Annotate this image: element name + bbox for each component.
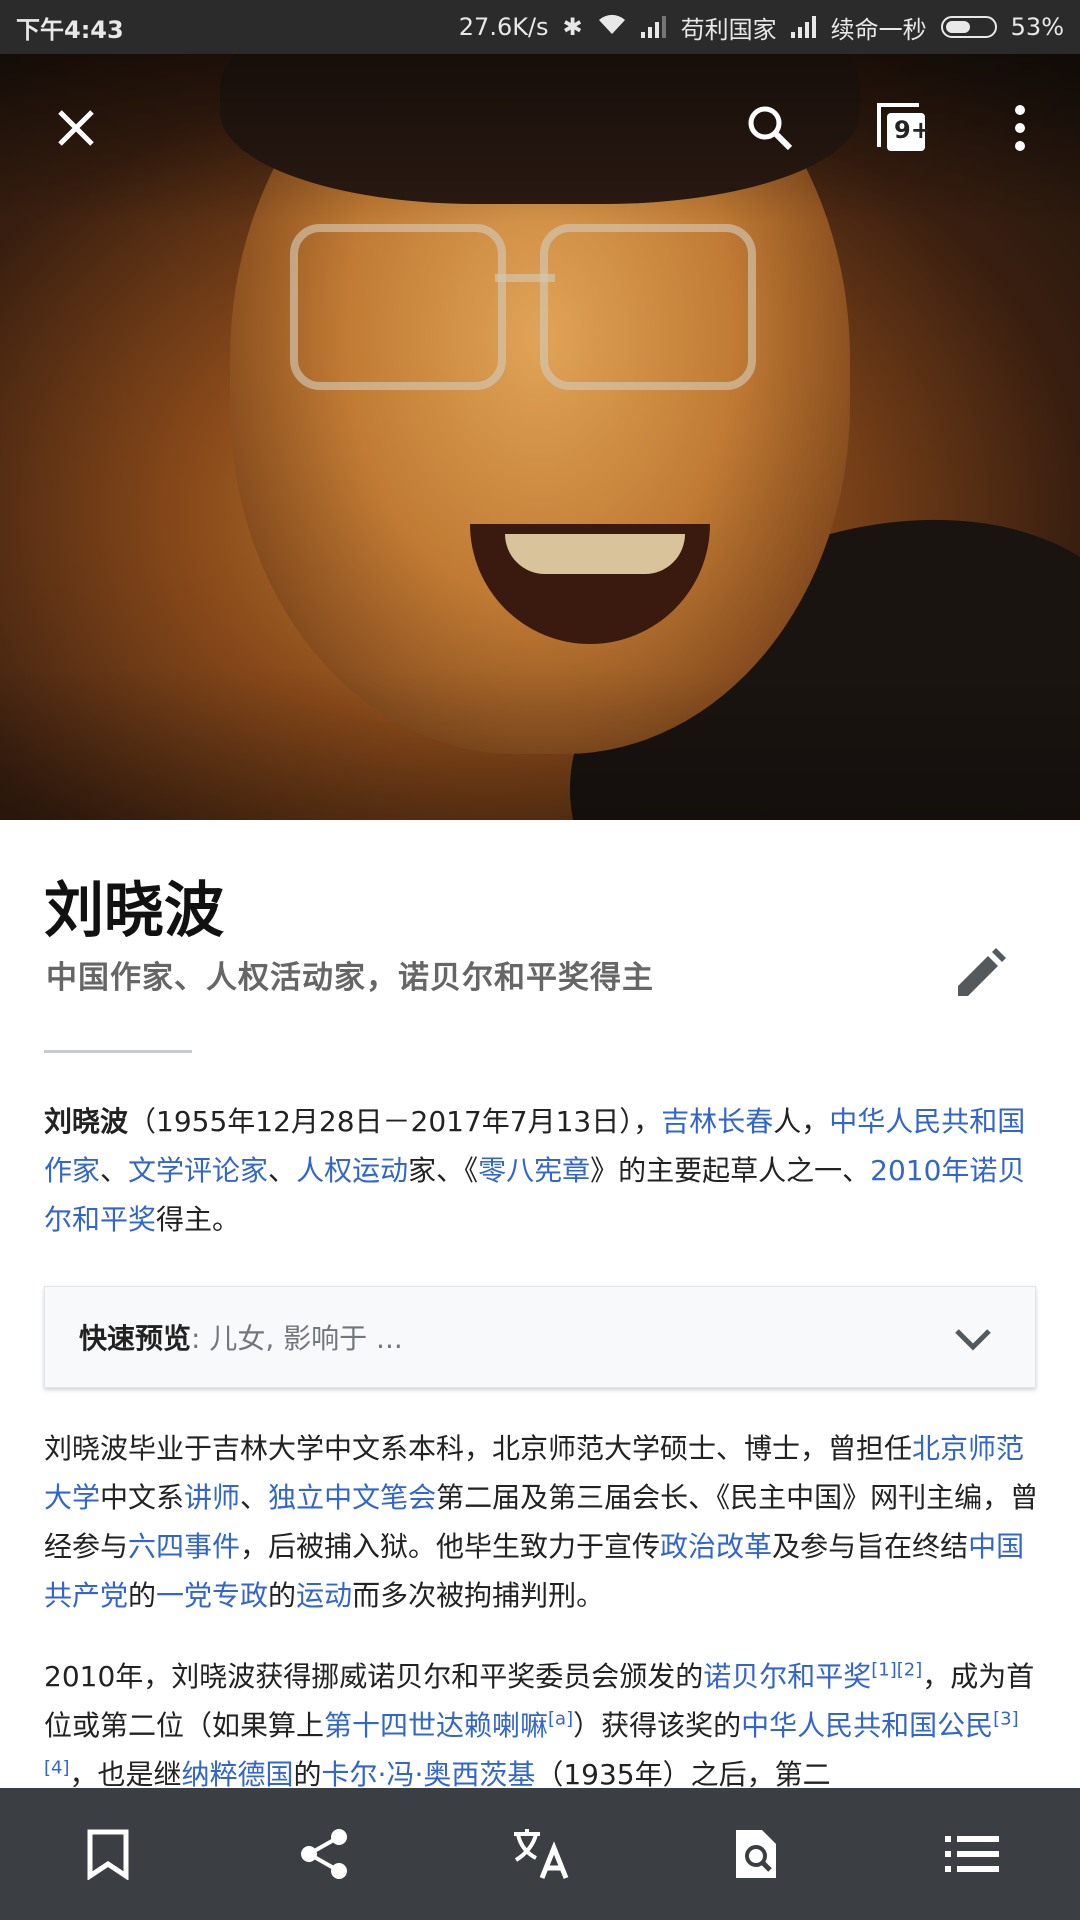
battery-percent: 53% <box>1010 13 1064 41</box>
tabs-count-badge: 9+ <box>894 116 931 144</box>
ref-a[interactable]: [a] <box>548 1709 573 1730</box>
link-june-fourth[interactable]: 六四事件 <box>128 1530 240 1563</box>
quick-facts-label: 快速预览 <box>79 1322 192 1355</box>
link-lecturer[interactable]: 讲师 <box>184 1481 240 1514</box>
tabs-icon[interactable]: 9+ <box>872 98 932 158</box>
title-divider <box>44 1050 192 1053</box>
chevron-down-icon[interactable] <box>951 1317 995 1361</box>
status-bar: 下午4:43 27.6K/s ✱ 苟利国家 续命一秒 53% <box>0 0 1080 54</box>
battery-icon <box>940 16 997 38</box>
link-jilin-changchun[interactable]: 吉林长春 <box>661 1105 773 1138</box>
close-icon[interactable] <box>46 98 106 158</box>
table-of-contents-icon[interactable] <box>932 1814 1012 1894</box>
link-movement[interactable]: 运动 <box>296 1579 352 1612</box>
carrier-2: 续命一秒 <box>830 15 927 44</box>
quick-facts-collapsed[interactable]: 快速预览 : 儿女, 影响于 ... <box>44 1286 1036 1388</box>
page-title: 刘晓波 <box>44 876 224 946</box>
signal-icon-1 <box>640 16 667 38</box>
bluetooth-icon: ✱ <box>562 13 583 41</box>
find-in-page-icon[interactable] <box>716 1814 796 1894</box>
ref-1-2[interactable]: [1][2] <box>871 1660 922 1681</box>
page-description: 中国作家、人权活动家，诺贝尔和平奖得主 <box>46 960 654 996</box>
subject-bold: 刘晓波 <box>44 1105 129 1138</box>
link-dalai-lama[interactable]: 第十四世达赖喇嘛 <box>324 1709 548 1742</box>
signal-icon-2 <box>790 16 817 38</box>
link-political-reform[interactable]: 政治改革 <box>660 1530 772 1563</box>
link-literary-critic[interactable]: 文学评论家 <box>128 1154 268 1187</box>
link-prc-citizen[interactable]: 中华人民共和国公民 <box>741 1709 993 1742</box>
link-ossietzky[interactable]: 卡尔·冯·奥西茨基 <box>322 1758 536 1791</box>
link-one-party[interactable]: 一党专政 <box>156 1579 268 1612</box>
wifi-icon <box>597 12 627 42</box>
quick-facts-value: : 儿女, 影响于 ... <box>191 1322 403 1355</box>
edit-pencil-icon[interactable] <box>952 946 1008 1002</box>
link-nazi-germany[interactable]: 纳粹德国 <box>182 1758 294 1791</box>
link-nobel-peace-prize[interactable]: 诺贝尔和平奖 <box>703 1660 871 1693</box>
link-human-rights[interactable]: 人权运动 <box>296 1154 408 1187</box>
lead-image[interactable] <box>0 54 1080 820</box>
bookmark-icon[interactable] <box>68 1814 148 1894</box>
status-time: 下午4:43 <box>16 15 124 44</box>
share-icon[interactable] <box>284 1814 364 1894</box>
carrier-1: 苟利国家 <box>680 15 777 44</box>
bottom-toolbar <box>0 1788 1080 1920</box>
net-speed: 27.6K/s <box>458 13 549 41</box>
link-pen-center[interactable]: 独立中文笔会 <box>268 1481 436 1514</box>
status-right: 27.6K/s ✱ 苟利国家 续命一秒 53% <box>459 10 1064 45</box>
link-charter-08[interactable]: 零八宪章 <box>478 1154 590 1187</box>
paragraph-nobel: 2010年，刘晓波获得挪威诺贝尔和平奖委员会颁发的诺贝尔和平奖[1][2]，成为… <box>44 1659 1035 1791</box>
translate-icon[interactable] <box>500 1814 580 1894</box>
paragraph-intro: 刘晓波（1955年12月28日－2017年7月13日），吉林长春人，中华人民共和… <box>44 1105 1026 1236</box>
more-vert-icon[interactable] <box>990 98 1050 158</box>
search-icon[interactable] <box>740 98 800 158</box>
paragraph-career: 刘晓波毕业于吉林大学中文系本科，北京师范大学硕士、博士，曾担任北京师范大学中文系… <box>44 1432 1039 1612</box>
